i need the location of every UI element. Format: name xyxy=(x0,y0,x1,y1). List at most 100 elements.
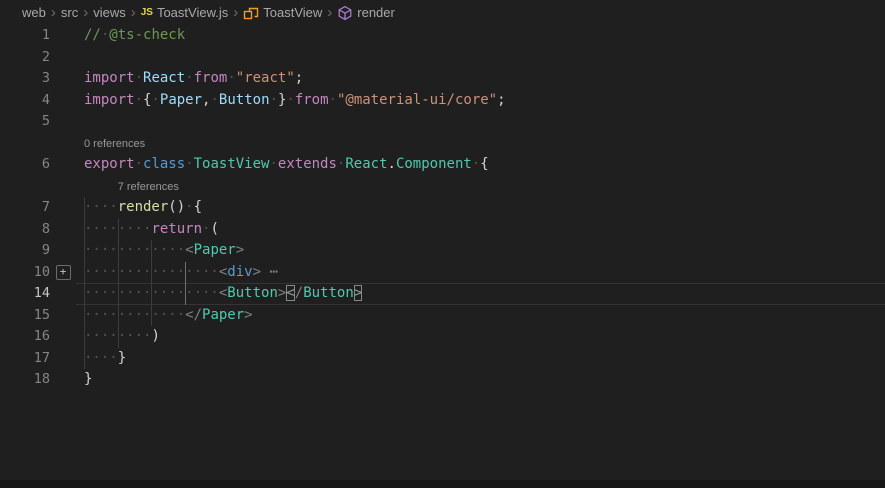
code-line-2: 2 xyxy=(0,47,885,69)
breadcrumb-separator-icon: › xyxy=(327,5,332,20)
codelens-content: 7 references xyxy=(76,176,885,198)
whitespace-dots: · xyxy=(210,92,218,108)
window-bottom-edge xyxy=(0,480,885,488)
line-content[interactable]: ············<Paper> xyxy=(76,240,885,262)
js-file-icon: JS xyxy=(141,7,153,18)
code-token: import xyxy=(84,92,135,108)
breadcrumb-item-render[interactable]: render xyxy=(337,5,395,21)
indent-guide xyxy=(84,219,85,241)
fold-gutter xyxy=(50,90,76,112)
code-line-5: 5 xyxy=(0,111,885,133)
line-number: 16 xyxy=(0,326,50,348)
breadcrumb-separator-icon: › xyxy=(233,5,238,20)
code-line-16: 16 ········) xyxy=(0,326,885,348)
line-content[interactable]: ········return·( xyxy=(76,219,885,241)
active-indent-guide xyxy=(185,262,186,284)
line-number: 17 xyxy=(0,348,50,370)
indent-guide xyxy=(151,305,152,327)
code-token: > xyxy=(236,242,244,258)
symbol-method-icon xyxy=(337,5,353,21)
whitespace-dots: ············ xyxy=(84,307,185,323)
code-token: export xyxy=(84,156,135,172)
indent-guide xyxy=(118,219,119,241)
code-token: class xyxy=(143,156,185,172)
breadcrumb-item-web[interactable]: web xyxy=(22,5,46,20)
line-number: 5 xyxy=(0,111,50,133)
line-content[interactable]: import·React·from·"react"; xyxy=(76,68,885,90)
code-token: ( xyxy=(210,221,218,237)
breadcrumb-item-toastview-js[interactable]: JSToastView.js xyxy=(141,5,229,20)
whitespace-dots: · xyxy=(185,70,193,86)
whitespace-dots: · xyxy=(151,92,159,108)
line-content[interactable]: export·class·ToastView·extends·React.Com… xyxy=(76,154,885,176)
indent-guide xyxy=(118,305,119,327)
indent-guide xyxy=(84,197,85,219)
line-content[interactable]: ················<Button></Button> xyxy=(76,283,885,305)
code-token: ⋯ xyxy=(261,264,278,280)
code-token: Button xyxy=(227,285,278,301)
symbol-class-icon xyxy=(243,5,259,21)
line-number: 6 xyxy=(0,154,50,176)
breadcrumb-separator-icon: › xyxy=(131,5,136,20)
codelens-row: 0 references xyxy=(0,133,885,155)
line-content[interactable]: ········) xyxy=(76,326,885,348)
code-token: // xyxy=(84,27,101,43)
code-line-18: 18} xyxy=(0,369,885,391)
codelens-content: 0 references xyxy=(76,133,885,155)
indent-guide xyxy=(151,283,152,305)
line-content[interactable]: import·{·Paper,·Button·}·from·"@material… xyxy=(76,90,885,112)
code-line-4: 4import·{·Paper,·Button·}·from·"@materia… xyxy=(0,90,885,112)
fold-gutter xyxy=(50,25,76,47)
line-content[interactable]: } xyxy=(76,369,885,391)
code-line-10: 10 + ················<div> ⋯ xyxy=(0,262,885,284)
code-token: ) xyxy=(151,328,159,344)
line-content[interactable]: ····} xyxy=(76,348,885,370)
code-token: { xyxy=(194,199,202,215)
fold-gutter xyxy=(50,219,76,241)
fold-gutter xyxy=(50,305,76,327)
whitespace-dots: · xyxy=(227,70,235,86)
codelens-references-link[interactable]: 7 references xyxy=(118,177,179,199)
fold-gutter xyxy=(50,369,76,391)
breadcrumb-label: src xyxy=(61,5,78,20)
code-line-6: 6export·class·ToastView·extends·React.Co… xyxy=(0,154,885,176)
code-token: div xyxy=(227,264,252,280)
breadcrumb-label: views xyxy=(93,5,126,20)
code-token: > xyxy=(244,307,252,323)
code-token: Paper xyxy=(202,307,244,323)
fold-gutter xyxy=(50,111,76,133)
line-content[interactable] xyxy=(76,111,885,133)
line-content[interactable]: ············</Paper> xyxy=(76,305,885,327)
fold-gutter xyxy=(50,133,76,155)
whitespace-dots: · xyxy=(329,92,337,108)
fold-expand-icon[interactable]: + xyxy=(56,265,71,280)
fold-gutter xyxy=(50,197,76,219)
whitespace-dots: · xyxy=(286,92,294,108)
line-number: 10 xyxy=(0,262,50,284)
line-content[interactable]: //·@ts-check xyxy=(76,25,885,47)
line-number xyxy=(0,133,50,155)
line-number xyxy=(0,176,50,198)
indent-guide xyxy=(84,326,85,348)
fold-gutter xyxy=(50,240,76,262)
breadcrumb-item-src[interactable]: src xyxy=(61,5,78,20)
line-number: 9 xyxy=(0,240,50,262)
whitespace-dots: · xyxy=(135,92,143,108)
breadcrumb-item-toastview[interactable]: ToastView xyxy=(243,5,322,21)
code-token: . xyxy=(388,156,396,172)
codelens-references-link[interactable]: 0 references xyxy=(84,134,145,156)
code-token: Button xyxy=(303,285,354,301)
indent-guide xyxy=(84,262,85,284)
active-indent-guide xyxy=(185,283,186,305)
line-number: 15 xyxy=(0,305,50,327)
fold-gutter xyxy=(50,176,76,198)
indent-guide xyxy=(84,283,85,305)
line-content[interactable]: ····render()·{ xyxy=(76,197,885,219)
line-content[interactable] xyxy=(76,47,885,69)
bracket-match: < xyxy=(286,285,294,301)
breadcrumb-item-views[interactable]: views xyxy=(93,5,126,20)
whitespace-dots: · xyxy=(185,156,193,172)
fold-gutter xyxy=(50,68,76,90)
code-token: "react" xyxy=(236,70,295,86)
line-content[interactable]: ················<div> ⋯ xyxy=(76,262,885,284)
